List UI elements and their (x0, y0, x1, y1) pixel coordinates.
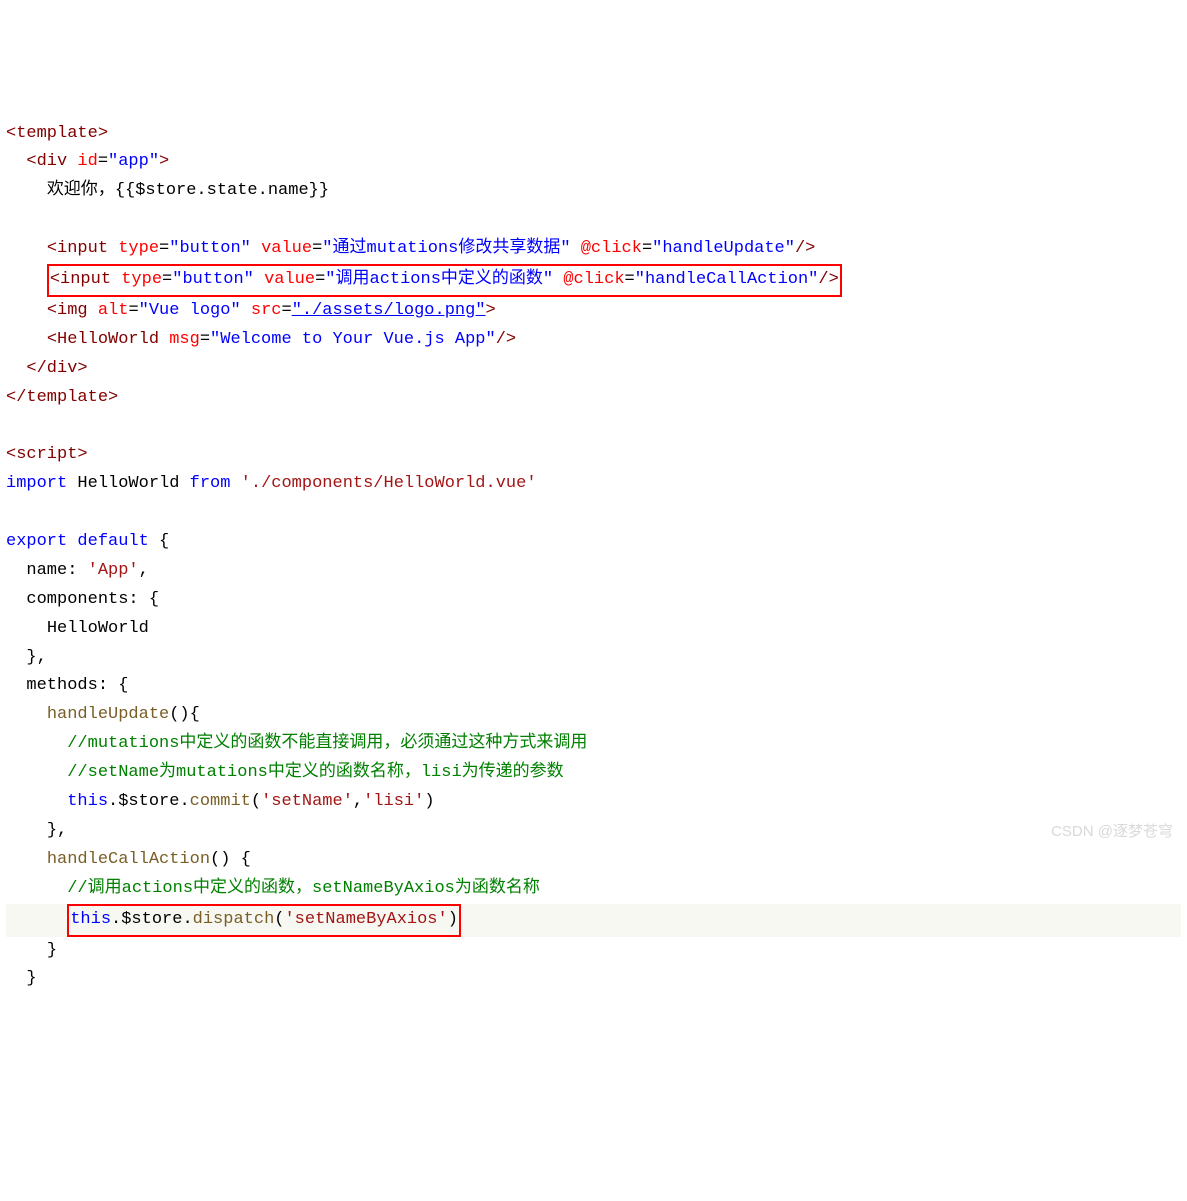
fn-parens: (){ (169, 705, 200, 724)
kw-this: this (67, 792, 108, 811)
prop-components: components: (26, 590, 138, 609)
fn-dispatch: dispatch (193, 910, 275, 929)
comment-mutations-2: //setName为mutations中定义的函数名称，lisi为传递的参数 (67, 763, 563, 782)
tag-selfclose: /> (795, 239, 815, 258)
val-handlecallaction: "handleCallAction" (635, 270, 819, 289)
paren-close: ) (448, 910, 458, 929)
attr-value: value (264, 270, 315, 289)
store-path: .$store. (108, 792, 190, 811)
prop-methods: methods: (26, 676, 108, 695)
text-welcome: 欢迎你， (47, 181, 115, 200)
tag-script-open: <script> (6, 445, 88, 464)
str-setname: 'setName' (261, 792, 353, 811)
kw-from: from (190, 474, 231, 493)
val-button: "button" (172, 270, 254, 289)
attr-type: type (121, 270, 162, 289)
kw-import: import (6, 474, 67, 493)
tag-helloworld: <HelloWorld (47, 330, 159, 349)
attr-click: @click (563, 270, 624, 289)
ident-helloworld: HelloWorld (77, 474, 179, 493)
brace-open: { (118, 676, 128, 695)
val-logo-path: "./assets/logo.png" (292, 301, 486, 320)
tag-selfclose: /> (496, 330, 516, 349)
tag-div-close: </div> (26, 359, 87, 378)
attr-src: src (251, 301, 282, 320)
brace-close: } (26, 969, 36, 988)
str-component-path: './components/HelloWorld.vue' (241, 474, 537, 493)
interp-store-name: {{$store.state.name}} (115, 181, 329, 200)
val-mutations-label: "通过mutations修改共享数据" (322, 239, 570, 258)
brace-open: { (159, 532, 169, 551)
tag-input1: <input (47, 239, 108, 258)
tag-template-open: <template> (6, 124, 108, 143)
tag-close: > (159, 152, 169, 171)
comment-actions: //调用actions中定义的函数，setNameByAxios为函数名称 (67, 879, 540, 898)
kw-default: default (77, 532, 148, 551)
attr-msg: msg (169, 330, 200, 349)
fn-commit: commit (190, 792, 251, 811)
code-block: <template> <div id="app"> 欢迎你，{{$store.s… (6, 120, 1181, 995)
val-app: "app" (108, 152, 159, 171)
kw-export: export (6, 532, 67, 551)
str-app: 'App' (88, 561, 139, 580)
val-handleupdate: "handleUpdate" (652, 239, 795, 258)
brace-close: } (47, 941, 57, 960)
tag-selfclose: /> (818, 270, 838, 289)
comment-mutations-1: //mutations中定义的函数不能直接调用，必须通过这种方式来调用 (67, 734, 587, 753)
attr-click: @click (581, 239, 642, 258)
comma: , (353, 792, 363, 811)
kw-this: this (70, 910, 111, 929)
comma: , (139, 561, 149, 580)
val-vuelogo: "Vue logo" (139, 301, 241, 320)
store-path: .$store. (111, 910, 193, 929)
prop-name: name: (26, 561, 77, 580)
tag-img: <img (47, 301, 88, 320)
val-actions-label: "调用actions中定义的函数" (325, 270, 553, 289)
str-setnamebyaxios: 'setNameByAxios' (284, 910, 447, 929)
attr-type: type (118, 239, 159, 258)
attr-value: value (261, 239, 312, 258)
fn-handlecallaction: handleCallAction (47, 850, 210, 869)
fn-handleupdate: handleUpdate (47, 705, 169, 724)
equals: = (98, 152, 108, 171)
highlighted-line: this.$store.dispatch('setNameByAxios') (6, 904, 1181, 937)
tag-template-close: </template> (6, 388, 118, 407)
ident-helloworld: HelloWorld (47, 619, 149, 638)
attr-alt: alt (98, 301, 129, 320)
paren-open: ( (274, 910, 284, 929)
attr-id: id (77, 152, 97, 171)
tag-input2: <input (50, 270, 111, 289)
paren-close: ) (424, 792, 434, 811)
brace-close: }, (26, 648, 46, 667)
highlight-box-dispatch: this.$store.dispatch('setNameByAxios') (67, 904, 461, 937)
tag-div-open: <div (26, 152, 67, 171)
str-lisi: 'lisi' (363, 792, 424, 811)
val-button: "button" (169, 239, 251, 258)
brace-open: { (149, 590, 159, 609)
brace-close: }, (47, 821, 67, 840)
highlight-box-input2: <input type="button" value="调用actions中定义… (47, 264, 842, 297)
tag-close: > (486, 301, 496, 320)
fn-parens: () { (210, 850, 251, 869)
val-welcome-msg: "Welcome to Your Vue.js App" (210, 330, 496, 349)
paren-open: ( (251, 792, 261, 811)
